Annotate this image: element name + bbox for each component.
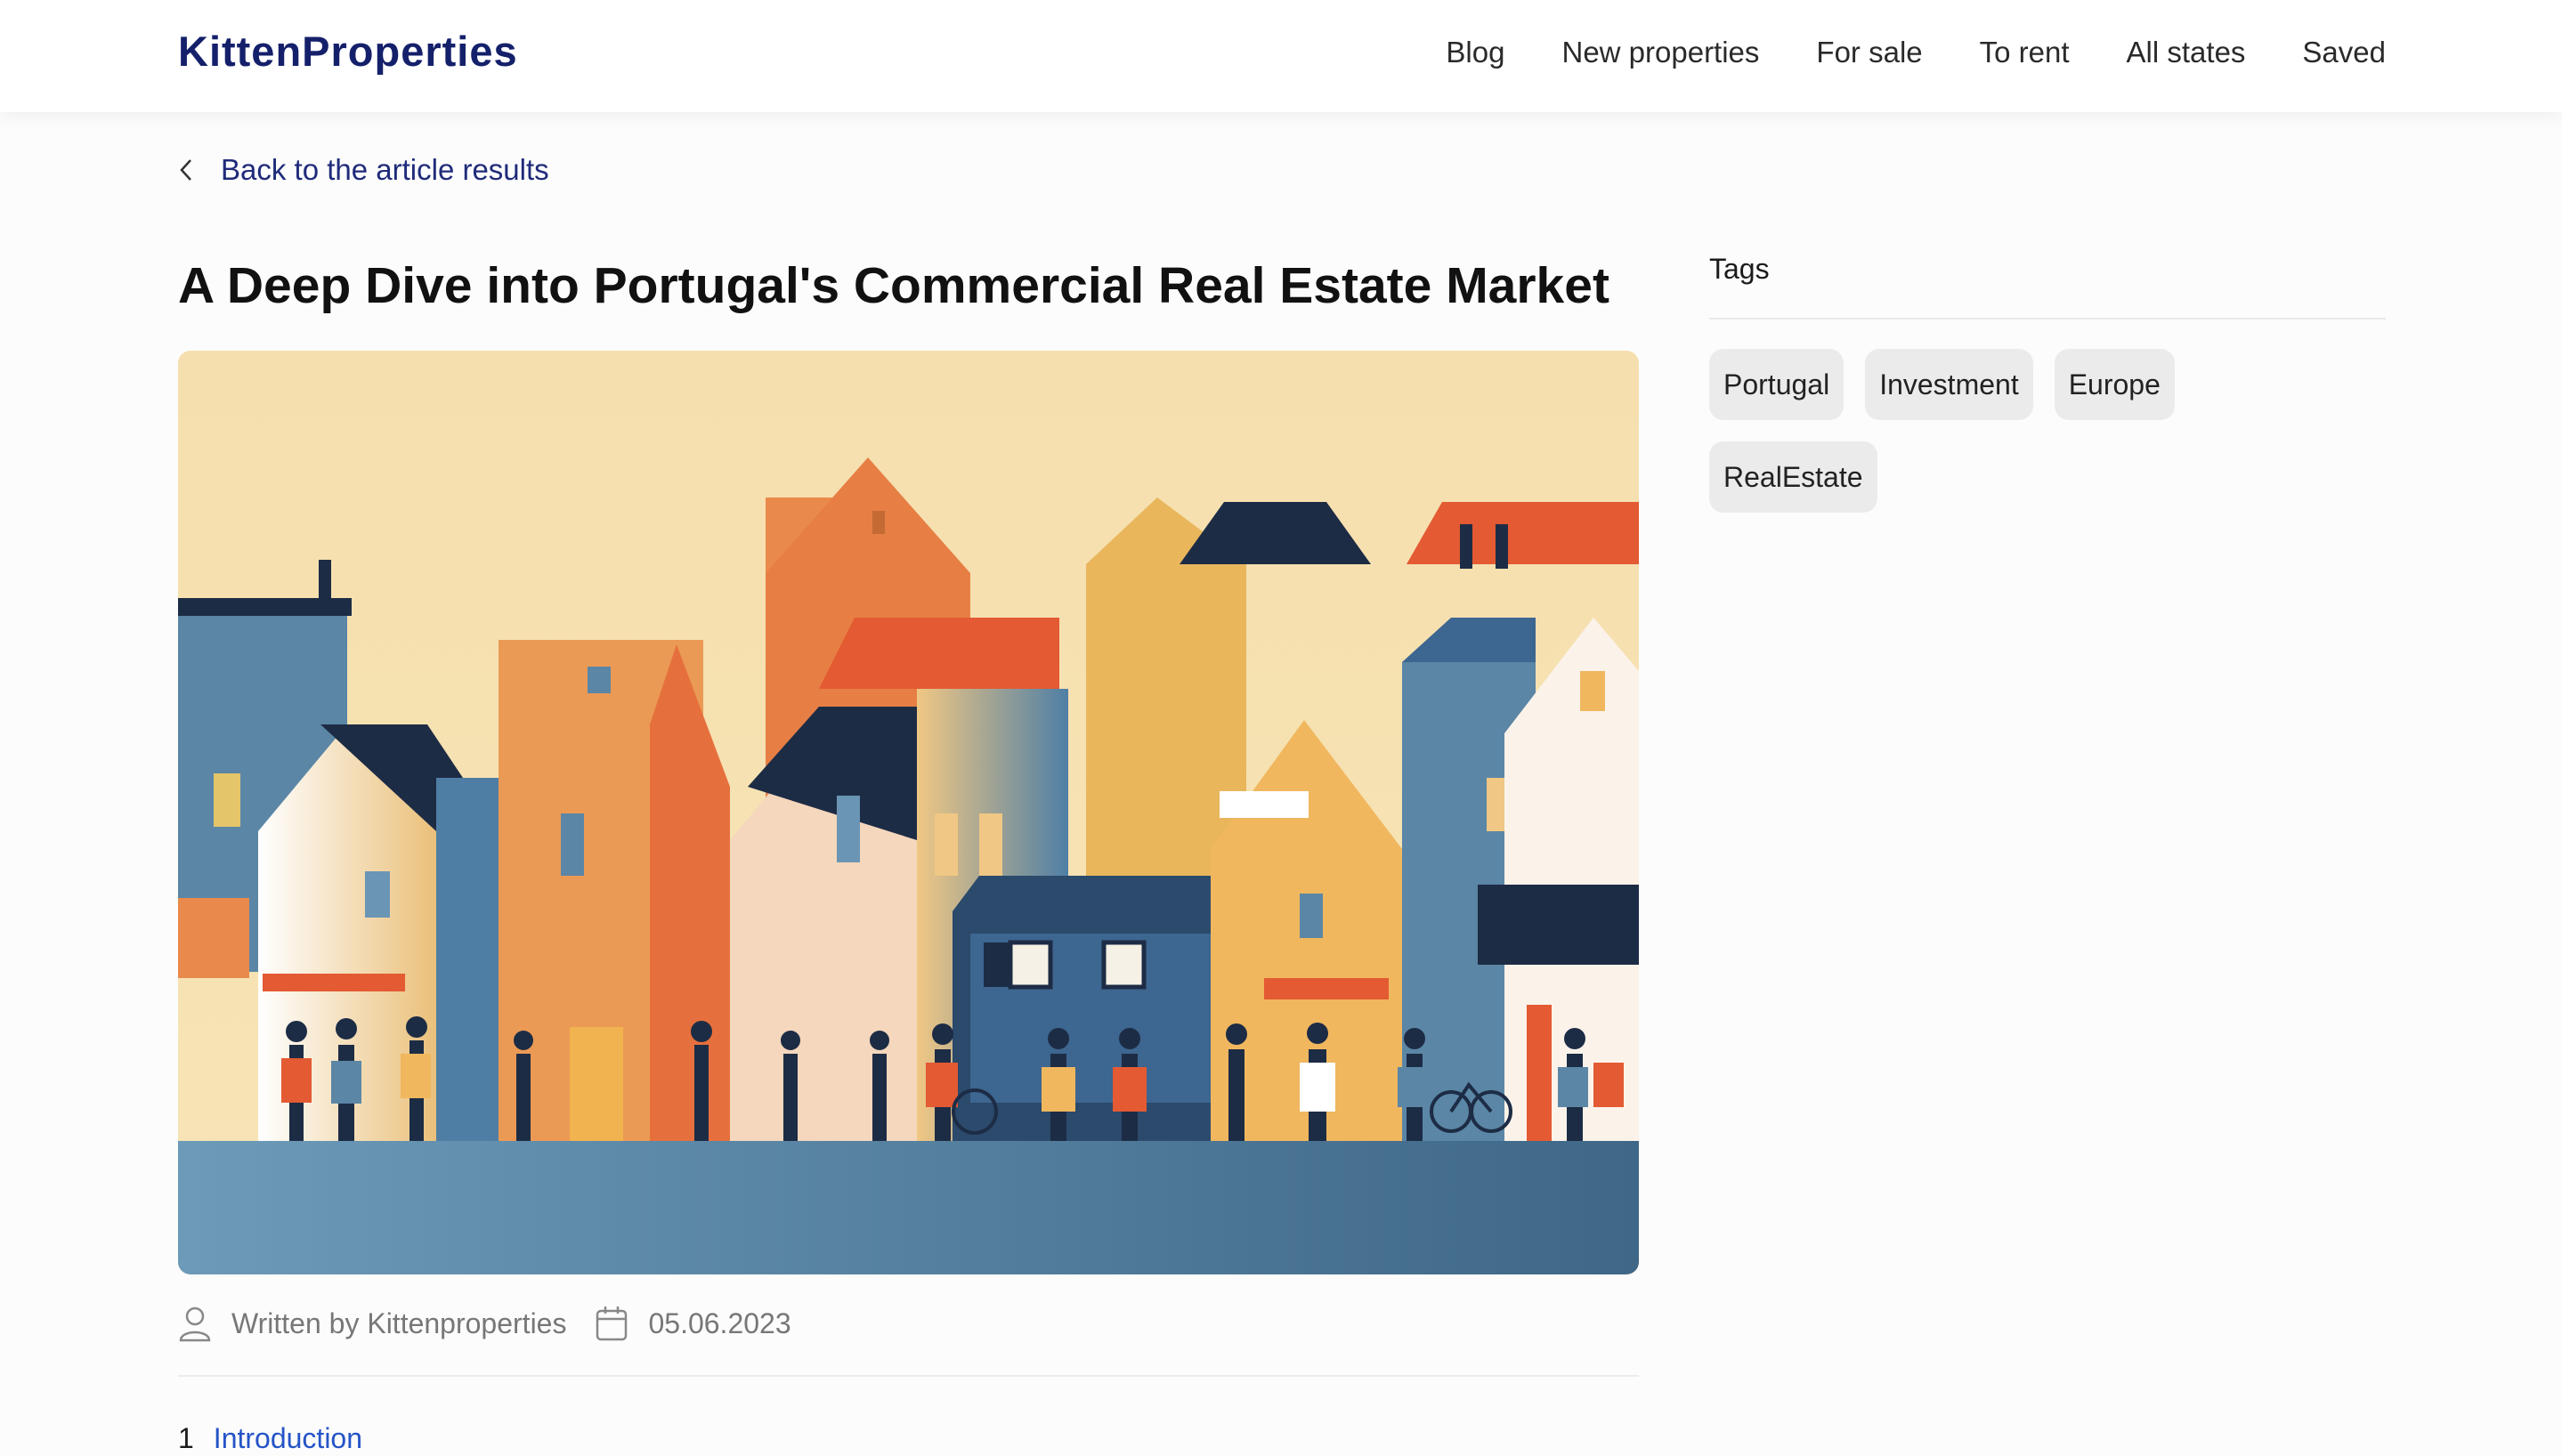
site-logo[interactable]: KittenProperties (178, 27, 518, 76)
top-navbar: KittenProperties Blog New properties For… (0, 0, 2562, 112)
tags-heading: Tags (1709, 253, 1770, 285)
tag-portugal[interactable]: Portugal (1709, 349, 1844, 420)
article-title: A Deep Dive into Portugal's Commercial R… (178, 257, 1609, 314)
nav-all-states[interactable]: All states (2127, 36, 2246, 69)
user-icon (179, 1306, 211, 1342)
chevron-left-icon (180, 159, 191, 181)
article-hero-image (178, 351, 1639, 1274)
tag-investment[interactable]: Investment (1865, 349, 2033, 420)
article-date: 05.06.2023 (648, 1306, 791, 1339)
nav-to-rent[interactable]: To rent (1980, 36, 2070, 69)
article-author: Written by Kittenproperties (231, 1306, 567, 1339)
nav-saved[interactable]: Saved (2302, 36, 2386, 69)
tag-europe[interactable]: Europe (2054, 349, 2175, 420)
tags-divider (1709, 318, 2386, 320)
tag-list: Portugal Investment Europe RealEstate (1709, 349, 2208, 534)
nav-for-sale[interactable]: For sale (1816, 36, 1922, 69)
back-link-label: Back to the article results (221, 153, 549, 186)
back-to-results-link[interactable]: Back to the article results (178, 153, 549, 187)
meta-divider (178, 1375, 1639, 1377)
table-of-contents: 1 Introduction (178, 1422, 362, 1455)
article-meta: Written by Kittenproperties 05.06.2023 (178, 1305, 791, 1342)
nav-new-properties[interactable]: New properties (1561, 36, 1759, 69)
nav-blog[interactable]: Blog (1446, 36, 1504, 69)
main-nav: Blog New properties For sale To rent All… (1389, 36, 2386, 69)
tag-realestate[interactable]: RealEstate (1709, 441, 1877, 513)
toc-item-introduction[interactable]: Introduction (214, 1422, 362, 1455)
calendar-icon (596, 1306, 628, 1341)
toc-item-number: 1 (178, 1422, 194, 1454)
